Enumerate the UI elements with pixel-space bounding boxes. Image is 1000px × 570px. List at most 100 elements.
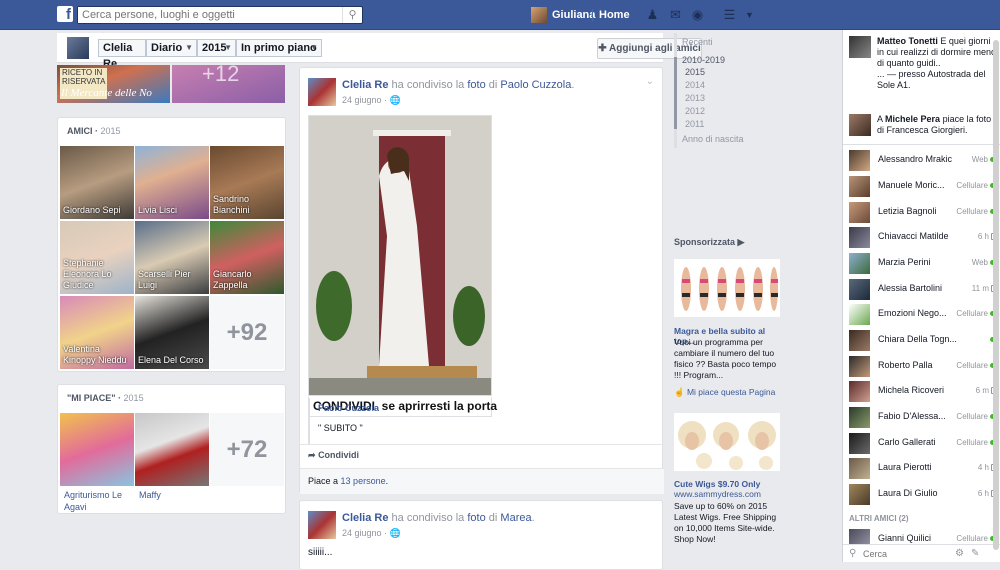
- avatar: [849, 279, 870, 300]
- section-select[interactable]: Diario ▼: [146, 39, 197, 57]
- post-author-link[interactable]: Clelia Re: [342, 79, 388, 91]
- timeline-birth[interactable]: Anno di nascita: [682, 134, 792, 144]
- friend-tile[interactable]: Livia Lisci: [135, 146, 209, 219]
- privacy-icon[interactable]: ☰: [722, 8, 737, 22]
- chevron-down-icon: ▼: [310, 43, 318, 52]
- timeline-year[interactable]: 2014: [685, 80, 795, 90]
- search-box[interactable]: ⚲: [77, 6, 363, 24]
- avatar: [849, 381, 870, 402]
- photo-thumbnail[interactable]: +12: [172, 65, 285, 103]
- avatar[interactable]: [308, 511, 336, 539]
- friend-tile[interactable]: Stephanie Eleonora Lo Giudice: [60, 221, 134, 294]
- user-profile-link[interactable]: Giuliana: [531, 6, 595, 24]
- friend-tile[interactable]: Elena Del Corso: [135, 296, 209, 369]
- post-object-link[interactable]: foto: [467, 79, 485, 91]
- chat-contact[interactable]: Alessandro Mrakic Web: [849, 149, 999, 171]
- friend-tile[interactable]: Valentina Kinoppy Nieddu: [60, 296, 134, 369]
- timeline-range[interactable]: 2010-2019: [682, 55, 792, 65]
- ad-image[interactable]: [674, 413, 780, 471]
- ad-title[interactable]: Cute Wigs $9.70 Only: [674, 479, 782, 489]
- friends-icon[interactable]: ♟: [645, 8, 660, 22]
- chat-search-input[interactable]: [863, 547, 943, 561]
- chat-contact[interactable]: Chiavacci Matilde 6 h: [849, 226, 999, 248]
- chat-contact[interactable]: Manuele Moric... Cellulare: [849, 175, 999, 197]
- avatar: [849, 176, 870, 197]
- friend-tile[interactable]: Giancarlo Zappella: [210, 221, 284, 294]
- shared-source: Paolo Cuzzola " SUBITO ": [308, 398, 654, 444]
- photo-count: +12: [202, 65, 240, 86]
- friend-tile[interactable]: Giordano Sepi: [60, 146, 134, 219]
- chat-search-bar: ⚲ ⚙ ✎: [843, 544, 1000, 562]
- chat-contact[interactable]: Fabio D'Alessa... Cellulare: [849, 406, 999, 428]
- like-name[interactable]: Agriturismo Le Agavi: [64, 489, 132, 513]
- like-page-link[interactable]: ☝ Mi piace questa Pagina: [674, 387, 775, 398]
- ad-illustration: [681, 267, 778, 311]
- likes-count-link[interactable]: 13 persone: [341, 476, 386, 486]
- chat-contact[interactable]: Laura Pierotti 4 h: [849, 457, 999, 479]
- megaphone-icon: ▶: [737, 237, 745, 247]
- search-input[interactable]: [78, 7, 338, 23]
- avatar[interactable]: [308, 78, 336, 106]
- shared-author-link[interactable]: Paolo Cuzzola: [318, 403, 379, 413]
- profile-name-button[interactable]: Clelia Re: [98, 39, 146, 70]
- timeline-year[interactable]: 2012: [685, 106, 795, 116]
- post-author-link[interactable]: Clelia Re: [342, 512, 388, 524]
- friend-tile[interactable]: Scarselli Pier Luigi: [135, 221, 209, 294]
- chat-contact[interactable]: Chiara Della Togn...: [849, 329, 999, 351]
- chevron-down-icon[interactable]: ⌄: [646, 76, 654, 87]
- avatar: [849, 114, 871, 136]
- ad-image[interactable]: [674, 259, 780, 317]
- post-date[interactable]: 24 giugno · 🌐: [342, 528, 401, 539]
- friend-tile[interactable]: Sandrino Bianchini: [210, 146, 284, 219]
- compose-icon[interactable]: ✎: [971, 548, 979, 559]
- post-date[interactable]: 24 giugno · 🌐: [342, 95, 401, 106]
- chat-contact[interactable]: Emozioni Nego... Cellulare: [849, 303, 999, 325]
- friends-header[interactable]: AMICI · 2015: [67, 126, 121, 136]
- post-object-link[interactable]: foto: [467, 512, 485, 524]
- timeline-track-active: [674, 57, 677, 129]
- ad-domain[interactable]: www.sammydress.com: [674, 489, 782, 500]
- home-link[interactable]: Home: [599, 9, 630, 21]
- search-icon[interactable]: ⚲: [342, 7, 362, 23]
- globe-icon: 🌐: [389, 528, 401, 538]
- chat-sidebar: Matteo Tonetti E quei giorni in cui real…: [842, 30, 1000, 562]
- sponsored-section: Sponsorizzata ▶ Magra e bella subito al …: [674, 237, 782, 544]
- chat-contact[interactable]: Letizia Bagnoli Cellulare: [849, 201, 999, 223]
- chat-contact[interactable]: Roberto Palla Cellulare: [849, 355, 999, 377]
- timeline-year[interactable]: 2015: [685, 67, 795, 77]
- timeline-recent[interactable]: Recenti: [682, 37, 792, 47]
- likes-header[interactable]: "MI PIACE" · 2015: [67, 393, 144, 403]
- facebook-logo-icon[interactable]: f: [57, 6, 73, 22]
- top-bar: f ⚲ Giuliana Home ♟ ✉ ◉ ☰ ▼: [0, 0, 1000, 30]
- share-button[interactable]: ➦ Condividi: [308, 450, 359, 461]
- chevron-down-icon[interactable]: ▼: [742, 8, 757, 22]
- like-tile[interactable]: [60, 413, 134, 486]
- shared-photo[interactable]: [308, 115, 492, 396]
- scrollbar[interactable]: [993, 40, 999, 550]
- timeline-year[interactable]: 2011: [685, 119, 795, 129]
- thumbs-up-icon: ☝: [674, 387, 685, 397]
- post-source-link[interactable]: Marea: [500, 512, 531, 524]
- profile-avatar[interactable]: [67, 37, 89, 59]
- divider: [843, 144, 1000, 145]
- chat-contact[interactable]: Carlo Gallerati Cellulare: [849, 432, 999, 454]
- like-tile[interactable]: [135, 413, 209, 486]
- timeline-year[interactable]: 2013: [685, 93, 795, 103]
- filter-select[interactable]: In primo piano ▼: [236, 39, 322, 57]
- chat-contact[interactable]: Michela Ricoveri 6 m: [849, 380, 999, 402]
- like-name[interactable]: Maffy: [139, 489, 207, 501]
- chat-contact[interactable]: Laura Di Giulio 6 h: [849, 483, 999, 505]
- divider: [592, 9, 593, 21]
- photo-thumbnail[interactable]: RICETO IN RISERVATA Il Mercante delle No: [57, 65, 170, 103]
- messages-icon[interactable]: ✉: [668, 8, 683, 22]
- more-likes-tile[interactable]: +72: [210, 413, 284, 486]
- ticker-item[interactable]: Matteo Tonetti E quei giorni in cui real…: [849, 36, 999, 98]
- chat-contact[interactable]: Marzia Perini Web: [849, 252, 999, 274]
- more-friends-tile[interactable]: +92: [210, 296, 284, 369]
- gear-icon[interactable]: ⚙: [955, 548, 964, 559]
- notifications-icon[interactable]: ◉: [690, 8, 705, 22]
- chat-contact[interactable]: Alessia Bartolini 11 m: [849, 278, 999, 300]
- post-source-link[interactable]: Paolo Cuzzola: [500, 79, 571, 91]
- ticker-item[interactable]: A Michele Pera piace la foto di Francesc…: [849, 114, 999, 140]
- year-select[interactable]: 2015 ▼: [197, 39, 236, 57]
